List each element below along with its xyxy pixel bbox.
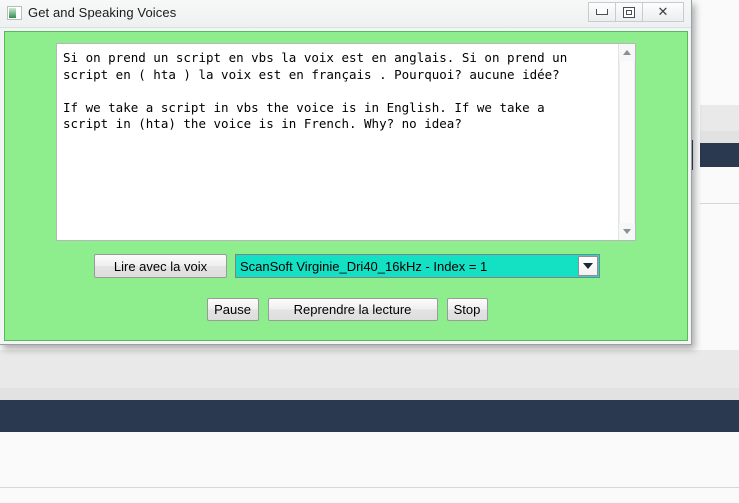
voice-select-dropdown-button[interactable] [578, 256, 598, 276]
voice-select-value: ScanSoft Virginie_Dri40_16kHz - Index = … [240, 258, 488, 274]
scroll-up-button[interactable] [619, 44, 635, 61]
voice-select[interactable]: ScanSoft Virginie_Dri40_16kHz - Index = … [235, 254, 600, 278]
close-icon: ✕ [657, 4, 669, 20]
read-with-voice-button[interactable]: Lire avec la voix [94, 254, 227, 278]
background-right-navy-band [700, 143, 739, 167]
minimize-icon [596, 9, 608, 15]
chevron-down-icon [583, 263, 593, 269]
stop-button[interactable]: Stop [446, 298, 488, 321]
hta-app-icon [7, 6, 22, 20]
scroll-down-button[interactable] [619, 223, 635, 240]
script-textarea-container [56, 43, 636, 241]
pause-button[interactable]: Pause [206, 298, 259, 321]
background-gray-band-mid [0, 388, 739, 400]
background-navy-band [0, 400, 739, 432]
resume-button[interactable]: Reprendre la lecture [267, 298, 438, 321]
background-right-gray-band-mid [700, 131, 739, 143]
maximize-button[interactable] [615, 2, 642, 22]
triangle-up-icon [623, 50, 631, 55]
playback-controls-row: Lire avec la voix ScanSoft Virginie_Dri4… [5, 254, 689, 278]
minimize-button[interactable] [588, 2, 615, 22]
title-bar: Get and Speaking Voices ✕ [0, 0, 691, 28]
maximize-icon [623, 6, 635, 18]
transport-controls-row: Pause Reprendre la lecture Stop [5, 298, 689, 321]
background-white-band-lower [0, 488, 739, 503]
close-button[interactable]: ✕ [642, 2, 684, 22]
triangle-down-icon [623, 229, 631, 234]
background-gray-band-top [0, 350, 739, 388]
scrollbar-track[interactable] [619, 61, 635, 223]
window-body: Lire avec la voix ScanSoft Virginie_Dri4… [4, 31, 688, 341]
window-controls: ✕ [588, 2, 684, 22]
application-window: Get and Speaking Voices ✕ Si on prend un… [0, 0, 692, 345]
textarea-scrollbar[interactable] [618, 44, 635, 240]
background-right-divider-rule [700, 203, 739, 204]
window-title: Get and Speaking Voices [28, 5, 177, 20]
background-white-band-upper [0, 432, 739, 488]
background-right-gray-band-top [700, 105, 739, 131]
script-textarea[interactable] [57, 44, 618, 240]
